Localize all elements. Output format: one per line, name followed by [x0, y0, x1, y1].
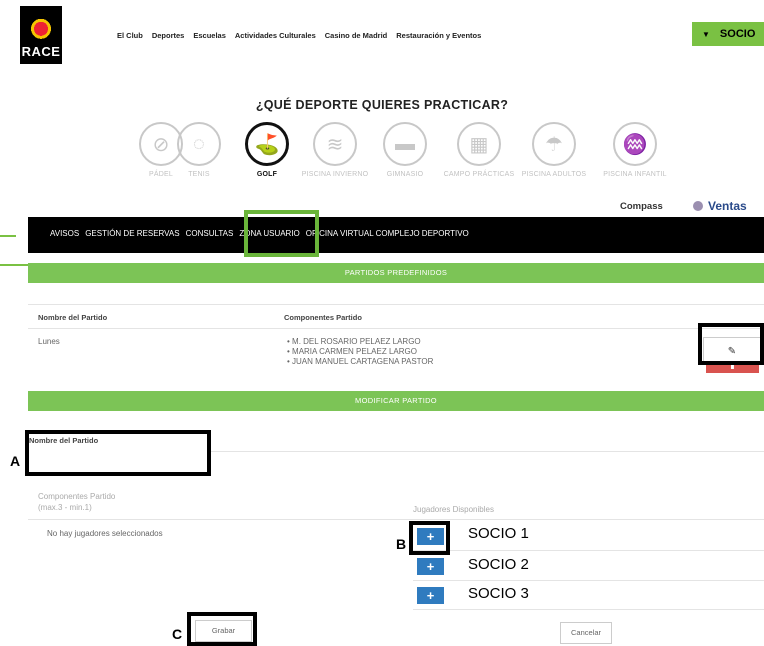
plus-icon: + — [426, 559, 435, 574]
cancel-button[interactable]: Cancelar — [560, 622, 612, 644]
player-item: • JUAN MANUEL CARTAGENA PASTOR — [287, 357, 434, 366]
add-socio-3-button[interactable]: + — [417, 587, 444, 604]
logo-text: RACE — [21, 44, 61, 59]
sport-label: GOLF — [256, 171, 278, 178]
sport-label: PISCINA INVIERNO — [301, 171, 369, 178]
annotation-b: B — [396, 536, 407, 552]
golf-icon: ⛳ — [245, 122, 289, 166]
socio-dropdown-button[interactable]: ▼ SOCIO — [692, 22, 764, 46]
nav-actividades[interactable]: Actividades Culturales — [235, 31, 316, 40]
crest-icon — [31, 12, 51, 40]
sport-piscina-invierno[interactable]: ≋ PISCINA INVIERNO — [299, 122, 371, 178]
top-nav: El Club Deportes Escuelas Actividades Cu… — [117, 31, 481, 40]
predefined-header: PARTIDOS PREDEFINIDOS — [28, 263, 764, 283]
plus-icon: + — [426, 588, 435, 603]
beach-icon: ☂ — [532, 122, 576, 166]
chevron-down-icon: ▼ — [702, 30, 710, 39]
menu-consultas[interactable]: CONSULTAS — [186, 229, 234, 238]
sports-question: ¿QUÉ DEPORTE QUIERES PRACTICAR? — [255, 98, 509, 112]
divider — [28, 519, 764, 520]
sport-campo-practicas[interactable]: ▦ CAMPO PRÁCTICAS — [443, 122, 515, 178]
components-hint: (max.3 - min.1) — [38, 503, 92, 512]
available-player: SOCIO 2 — [468, 556, 529, 573]
practice-range-icon: ▦ — [457, 122, 501, 166]
sport-label: PISCINA INFANTIL — [603, 171, 667, 178]
save-highlight — [187, 612, 257, 646]
nav-restauracion[interactable]: Restauración y Eventos — [396, 31, 481, 40]
sport-label: PISCINA ADULTOS — [521, 171, 587, 178]
nav-escuelas[interactable]: Escuelas — [193, 31, 226, 40]
sport-golf[interactable]: ⛳ GOLF — [231, 122, 303, 178]
match-players: • M. DEL ROSARIO PELAEZ LARGO • MARIA CA… — [287, 337, 433, 367]
tennis-icon: ◌ — [177, 122, 221, 166]
match-name-highlight — [25, 430, 211, 476]
divider — [413, 580, 764, 581]
available-player: SOCIO 3 — [468, 585, 529, 602]
components-label: Componentes Partido — [38, 492, 116, 501]
edit-highlight — [698, 323, 764, 365]
race-logo[interactable]: RACE — [20, 6, 62, 64]
divider — [413, 609, 764, 610]
no-players-text: No hay jugadores seleccionados — [47, 529, 163, 538]
sport-label: CAMPO PRÁCTICAS — [443, 171, 515, 178]
menu-oficina-virtual[interactable]: OFICINA VIRTUAL COMPLEJO DEPORTIVO — [306, 229, 469, 238]
nav-deportes[interactable]: Deportes — [152, 31, 185, 40]
gym-icon: ▬ — [383, 122, 427, 166]
nav-casino[interactable]: Casino de Madrid — [325, 31, 388, 40]
user-menu-bar: AVISOS GESTIÓN DE RESERVAS CONSULTAS ZON… — [28, 217, 764, 253]
annotation-c: C — [172, 626, 183, 642]
sport-piscina-infantil[interactable]: ♒ PISCINA INFANTIL — [599, 122, 671, 178]
modify-header: MODIFICAR PARTIDO — [28, 391, 764, 411]
divider — [28, 328, 764, 329]
available-player: SOCIO 1 — [468, 525, 529, 542]
divider — [210, 451, 764, 452]
player-item: • MARIA CARMEN PELAEZ LARGO — [287, 347, 417, 356]
sport-tenis[interactable]: ◌ TENIS — [163, 122, 235, 178]
match-name: Lunes — [38, 337, 60, 346]
sport-piscina-adultos[interactable]: ☂ PISCINA ADULTOS — [518, 122, 590, 178]
sport-label: TENIS — [188, 171, 210, 178]
nav-el-club[interactable]: El Club — [117, 31, 143, 40]
sport-gimnasio[interactable]: ▬ GIMNASIO — [369, 122, 441, 178]
add-socio-2-button[interactable]: + — [417, 558, 444, 575]
divider — [413, 550, 764, 551]
side-marker — [0, 235, 16, 237]
annotation-a: A — [10, 453, 21, 469]
menu-gestion-reservas[interactable]: GESTIÓN DE RESERVAS — [85, 229, 179, 238]
player-item: • M. DEL ROSARIO PELAEZ LARGO — [287, 337, 421, 346]
col-header-players: Componentes Partido — [284, 313, 362, 322]
divider — [28, 304, 764, 305]
pool-icon: ≋ — [313, 122, 357, 166]
add-highlight — [409, 521, 450, 555]
kids-pool-icon: ♒ — [613, 122, 657, 166]
sport-label: GIMNASIO — [386, 171, 424, 178]
available-label: Jugadores Disponibles — [413, 505, 494, 514]
ventas-icon — [693, 201, 703, 211]
ventas-label: Ventas — [708, 199, 747, 213]
side-marker — [0, 264, 28, 266]
zona-usuario-highlight — [244, 210, 319, 257]
compass-label: Compass — [620, 201, 663, 212]
menu-avisos[interactable]: AVISOS — [50, 229, 79, 238]
ventas-link[interactable]: Ventas — [693, 199, 747, 213]
col-header-name: Nombre del Partido — [38, 313, 108, 322]
socio-label: SOCIO — [719, 28, 756, 40]
